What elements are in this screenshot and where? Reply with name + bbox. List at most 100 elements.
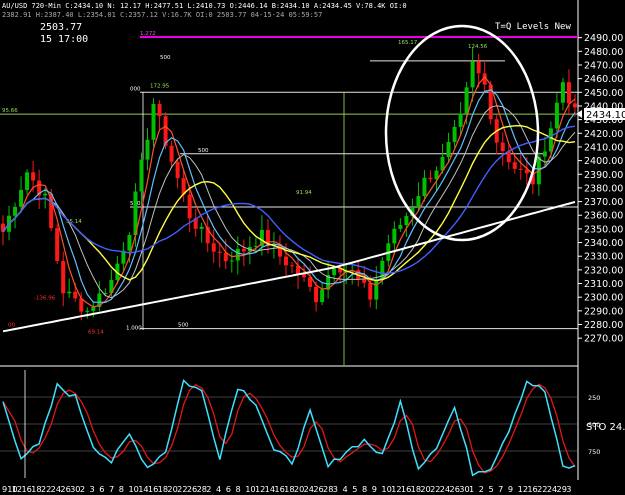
candle-body — [73, 291, 78, 299]
x-tick-label: 9 — [372, 484, 377, 494]
price-label: 95.66 — [2, 108, 18, 114]
candle-body — [175, 161, 180, 179]
y-tick-label: 2330.00 — [584, 252, 623, 263]
candle-body — [43, 193, 48, 196]
candle-body — [374, 279, 379, 300]
x-tick-label: 1 — [469, 484, 474, 494]
stoch-label: STO 24. — [586, 422, 625, 433]
ma-grey-line — [2, 105, 576, 299]
candle-body — [67, 291, 72, 294]
candle-body — [392, 228, 397, 244]
x-tick-label: 2 — [479, 484, 484, 494]
price-label: 172.95 — [150, 84, 170, 90]
candle-body — [452, 126, 457, 143]
x-tick-label: 2 — [206, 484, 211, 494]
candle-body — [512, 162, 517, 169]
y-tick-label: 2420.00 — [584, 129, 623, 140]
candle-body — [229, 260, 234, 262]
candle-body — [283, 256, 288, 266]
x-tick-label: 8 — [362, 484, 367, 494]
candle-body — [422, 177, 427, 197]
annotation-ellipse — [384, 24, 540, 242]
ma-mid-line — [2, 89, 576, 304]
header-ohlc-line: AU/USD 720-Min C:2434.10 N: 12.17 H:2477… — [2, 2, 407, 10]
price-label: -136.96 — [34, 295, 56, 301]
candle-body — [368, 282, 373, 300]
x-tick-label: 4 — [216, 484, 221, 494]
candle-body — [548, 128, 553, 152]
y-tick-label: 2460.00 — [584, 74, 623, 85]
candle-body — [169, 145, 174, 162]
candle-body — [187, 194, 192, 219]
candle-body — [518, 168, 523, 170]
price-label: 500 — [178, 323, 189, 329]
candle-body — [398, 225, 403, 229]
price-label: 91.94 — [296, 190, 312, 196]
stoch-tick-label: 250 — [588, 394, 600, 402]
price-label: 165.17 — [398, 40, 418, 46]
y-tick-label: 2470.00 — [584, 60, 623, 71]
y-tick-label: 2380.00 — [584, 183, 623, 194]
candle-body — [404, 216, 409, 226]
candle-body — [211, 243, 216, 252]
header-price: 2503.77 — [40, 22, 83, 33]
candle-body — [55, 228, 60, 262]
candle-body — [542, 151, 547, 157]
candle-body — [566, 82, 571, 104]
x-tick-label: 9 — [508, 484, 513, 494]
y-tick-label: 2370.00 — [584, 197, 623, 208]
candle-body — [13, 206, 18, 216]
price-label: 500 — [160, 55, 171, 61]
candle-body — [428, 177, 433, 180]
x-tick-label: 5 — [352, 484, 357, 494]
candle-body — [199, 226, 204, 229]
y-tick-label: 2480.00 — [584, 47, 623, 58]
y-tick-label: 2490.00 — [584, 33, 623, 44]
price-label: 500 — [198, 148, 209, 154]
y-tick-label: 2300.00 — [584, 293, 623, 304]
price-chart: 2490.002480.002470.002460.002450.002440.… — [0, 0, 625, 494]
header-date: 15 17:00 — [40, 34, 89, 45]
x-tick-label: 6 — [226, 484, 231, 494]
price-label: 00 — [8, 323, 15, 329]
x-tick-label: 7 — [498, 484, 503, 494]
y-tick-label: 2350.00 — [584, 224, 623, 235]
x-tick-label: 3 — [333, 484, 338, 494]
candle-body — [157, 103, 162, 117]
header-prior-bar-line: 2382.91 H:2387.40 L:2354.01 C:2357.12 V:… — [2, 11, 323, 19]
y-tick-label: 2310.00 — [584, 279, 623, 290]
candle-body — [235, 248, 240, 261]
price-label: 124.56 — [468, 44, 488, 50]
candle-body — [458, 113, 463, 127]
y-tick-label: 2270.00 — [584, 334, 623, 345]
candle-body — [290, 265, 294, 267]
candle-body — [127, 235, 132, 251]
candle-body — [91, 306, 96, 311]
x-tick-label: 8 — [119, 484, 124, 494]
y-tick-label: 2340.00 — [584, 238, 623, 249]
ma-long-line — [2, 200, 576, 333]
candle-body — [320, 289, 325, 303]
x-tick-label: 4 — [343, 484, 348, 494]
candle-body — [470, 61, 475, 88]
price-label: 1.272 — [140, 31, 156, 37]
candle-body — [31, 172, 36, 181]
candle-body — [560, 82, 565, 103]
x-tick-label: 3 — [566, 484, 571, 494]
candle-body — [139, 159, 144, 192]
y-tick-label: 2360.00 — [584, 211, 623, 222]
candle-body — [145, 139, 150, 160]
y-tick-label: 2390.00 — [584, 170, 623, 181]
candle-body — [500, 142, 505, 152]
ma-slow1-line — [2, 124, 576, 282]
candle-body — [554, 102, 559, 129]
y-tick-label: 2280.00 — [584, 320, 623, 331]
y-tick-label: 2400.00 — [584, 156, 623, 167]
candle-body — [61, 261, 66, 294]
candle-body — [19, 190, 24, 207]
x-tick-label: 3 — [90, 484, 95, 494]
candles-group — [1, 47, 577, 321]
candle-body — [416, 196, 421, 208]
x-tick-label: 6 — [99, 484, 104, 494]
y-tick-label: 2290.00 — [584, 306, 623, 317]
